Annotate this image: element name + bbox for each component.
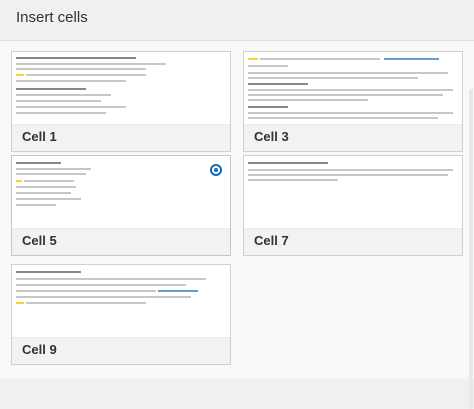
- scrollbar[interactable]: [469, 89, 473, 409]
- cell-footer: Cell 5: [12, 228, 230, 255]
- cell-thumbnail: [12, 265, 230, 339]
- dialog-header: Insert cells: [0, 0, 474, 40]
- cell-label: Cell 7: [254, 233, 289, 248]
- cell-thumbnail: [12, 52, 230, 126]
- cell-thumbnail: [244, 52, 462, 126]
- cell-label: Cell 9: [22, 342, 57, 357]
- cell-thumbnail: [244, 156, 462, 230]
- cell-card-1[interactable]: Cell 1: [11, 51, 231, 152]
- selected-radio-icon[interactable]: [210, 164, 222, 176]
- cell-thumbnail: [12, 156, 230, 230]
- cell-card-7[interactable]: Cell 7: [243, 155, 463, 256]
- cell-footer: Cell 7: [244, 228, 462, 255]
- cell-label: Cell 5: [22, 233, 57, 248]
- cell-label: Cell 3: [254, 129, 289, 144]
- cell-card-5[interactable]: Cell 5: [11, 155, 231, 256]
- dialog-title: Insert cells: [16, 9, 88, 26]
- cell-card-3[interactable]: Cell 3: [243, 51, 463, 152]
- cell-card-9[interactable]: Cell 9: [11, 264, 231, 365]
- cell-gallery: Cell 1 Cell 3 Cell 5 Cell 7 Cell 9: [0, 41, 474, 409]
- cell-footer: Cell 3: [244, 124, 462, 151]
- cell-footer: Cell 9: [12, 337, 230, 364]
- cell-label: Cell 1: [22, 129, 57, 144]
- cell-footer: Cell 1: [12, 124, 230, 151]
